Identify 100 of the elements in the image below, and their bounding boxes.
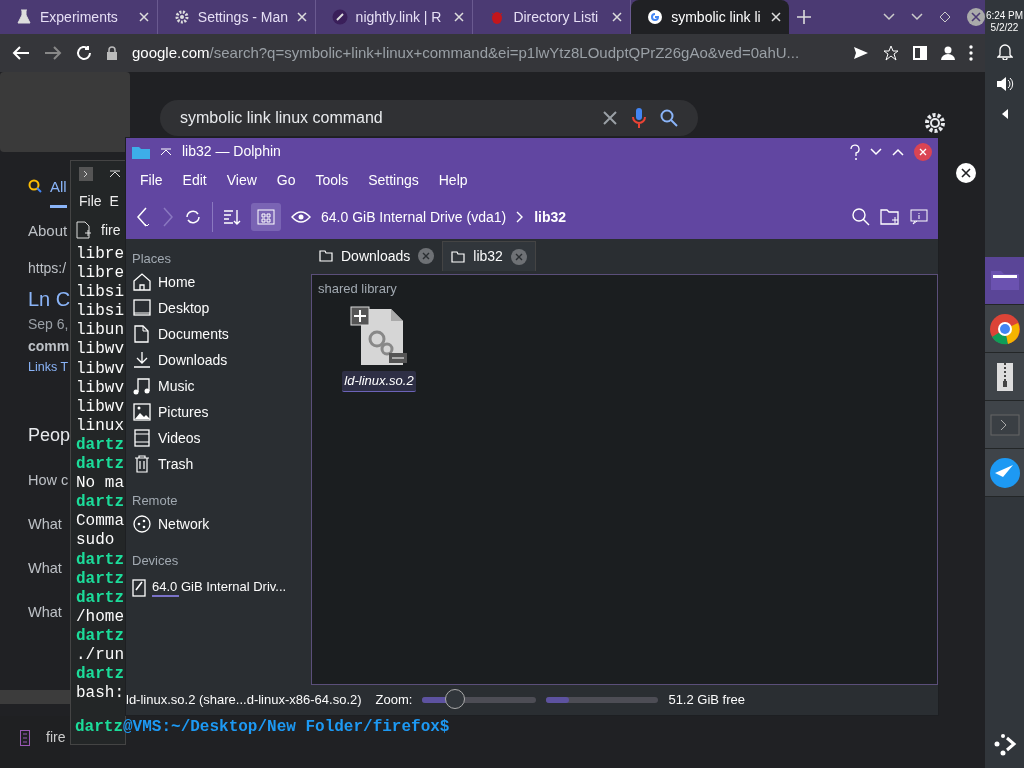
question-item[interactable]: What (28, 514, 62, 536)
menu-item[interactable]: File (130, 169, 173, 191)
search-icon[interactable] (852, 208, 870, 226)
forward-icon[interactable] (44, 45, 62, 61)
menu-item[interactable]: View (216, 169, 267, 191)
microphone-icon[interactable] (632, 108, 646, 128)
chevron-down-icon[interactable] (911, 13, 923, 21)
section-header: Places (132, 250, 173, 268)
maximize-icon[interactable] (892, 147, 904, 156)
clock-date[interactable]: 5/2/22 (985, 22, 1024, 34)
file-name[interactable]: ld-linux.so.2 (342, 371, 416, 392)
result-stats: About (28, 221, 68, 241)
task-button[interactable] (985, 305, 1024, 353)
section-header: Devices (132, 552, 180, 570)
places-item[interactable]: Videos (132, 425, 311, 451)
keep-above-icon[interactable] (109, 170, 121, 178)
close-icon[interactable] (956, 163, 976, 183)
reload-icon[interactable] (184, 208, 202, 226)
menu-item[interactable]: Help (428, 169, 478, 191)
places-item[interactable]: Trash (132, 451, 311, 477)
places-item[interactable]: Pictures (132, 399, 311, 425)
task-button[interactable] (985, 353, 1024, 401)
terminal-line: libwv (75, 359, 125, 379)
terminal-line: libun (75, 321, 125, 341)
menu-item[interactable]: Tools (305, 169, 359, 191)
terminal-line: libre (75, 264, 125, 284)
minimize-icon[interactable] (870, 147, 882, 156)
home-icon (132, 272, 152, 292)
diamond-icon[interactable] (939, 11, 951, 23)
back-icon[interactable] (12, 45, 30, 61)
search-field[interactable]: symbolic link linux command (160, 100, 698, 136)
reload-icon[interactable] (76, 45, 92, 61)
send-icon[interactable] (853, 46, 869, 60)
launcher-icon[interactable] (992, 732, 1017, 756)
horizontal-scrollbar[interactable] (0, 690, 70, 704)
search-tab[interactable]: All (50, 176, 67, 208)
plus-icon[interactable] (797, 10, 811, 24)
question-item[interactable]: What (28, 602, 62, 624)
places-item[interactable]: Desktop (132, 295, 311, 321)
task-button[interactable] (985, 449, 1024, 497)
breadcrumb-item[interactable]: 64.0 GiB Internal Drive (vda1) (321, 206, 507, 228)
terminal-tab[interactable]: fire (101, 219, 121, 241)
sidebar-icon[interactable] (913, 46, 927, 60)
tab[interactable]: lib32 (442, 241, 536, 271)
sort-icon[interactable] (223, 208, 241, 226)
triangle-left-icon[interactable] (1000, 108, 1009, 120)
menu-item[interactable]: E (109, 190, 119, 212)
info-icon[interactable] (910, 209, 928, 225)
menu-icon[interactable] (969, 45, 973, 61)
browser-tab[interactable]: symbolic link li (631, 0, 789, 34)
terminal-line: dartz@VMS:~/Desktop/New Folder/firefox$ (75, 718, 450, 737)
chevron-down-icon[interactable] (883, 13, 895, 21)
download-icon (132, 350, 152, 370)
question-item[interactable]: What (28, 558, 62, 580)
settings-icon[interactable] (924, 112, 946, 134)
status-text: ld-linux.so.2 (share...d-linux-x86-64.so.2) (126, 691, 362, 710)
terminal-icon[interactable] (79, 167, 93, 181)
close-icon[interactable] (914, 142, 932, 161)
terminal-icon[interactable] (20, 729, 30, 746)
eye-icon[interactable] (291, 210, 311, 224)
star-icon[interactable] (883, 45, 899, 61)
back-icon[interactable] (136, 206, 150, 228)
terminal-line: dartz (75, 569, 125, 589)
terminal-line: libwv (75, 340, 125, 360)
menu-item[interactable]: Go (266, 169, 306, 191)
new-tab-icon[interactable] (75, 221, 93, 239)
places-item[interactable]: 64.0 GiB Internal Driv... (132, 575, 311, 601)
zoom-slider-thumb[interactable] (445, 689, 466, 709)
menu-item[interactable]: File (79, 190, 102, 212)
speaker-icon[interactable] (995, 76, 1014, 92)
question-item[interactable]: How c (28, 470, 69, 492)
result-link[interactable]: Links T (28, 358, 69, 377)
view-mode-button[interactable] (251, 203, 281, 231)
terminal-line: dartz (75, 588, 125, 608)
places-item[interactable]: Downloads (132, 347, 311, 373)
clock-time[interactable]: 6:24 PM (985, 10, 1024, 22)
tab[interactable]: Downloads (311, 241, 443, 271)
places-item[interactable]: Network (132, 511, 311, 537)
terminal-line: linux (75, 416, 125, 436)
group-header: shared library (318, 280, 397, 298)
terminal-line: dartz (75, 435, 125, 456)
terminal-line: /home (75, 607, 125, 627)
menu-item[interactable]: Edit (172, 169, 217, 191)
places-item[interactable]: Home (132, 269, 311, 295)
result-title[interactable]: Ln C (28, 284, 71, 314)
search-icon[interactable] (660, 109, 678, 127)
places-item[interactable]: Music (132, 373, 311, 399)
menu-item[interactable]: Settings (358, 169, 429, 191)
profile-icon[interactable] (941, 46, 955, 60)
new-folder-icon[interactable] (880, 208, 900, 226)
terminal-line: sudo (75, 531, 116, 551)
result-url: https:/ (28, 259, 67, 278)
task-button[interactable] (985, 257, 1024, 305)
breadcrumb-item[interactable]: lib32 (534, 206, 567, 228)
folder-icon (319, 250, 333, 262)
places-item[interactable]: Documents (132, 321, 311, 347)
taskbar-label[interactable]: fire (46, 727, 66, 748)
help-icon[interactable] (850, 143, 860, 160)
bell-icon[interactable] (996, 42, 1013, 60)
document-icon (132, 324, 152, 344)
